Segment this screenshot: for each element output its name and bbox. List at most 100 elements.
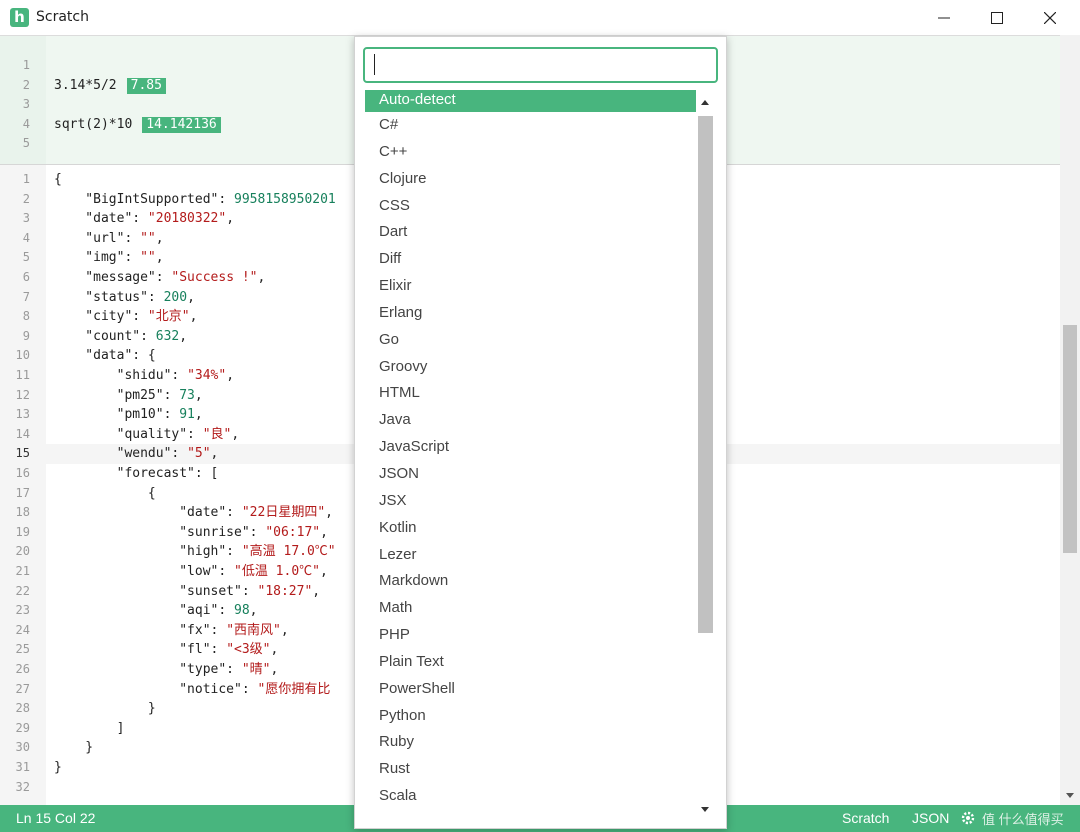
code-text: "img": "", (54, 248, 163, 268)
language-option[interactable]: Math (365, 595, 696, 622)
punctuation: , (257, 270, 266, 285)
language-option[interactable]: C# (365, 112, 696, 139)
math-expression: 3.14*5/2 7.85 (54, 76, 166, 96)
gear-icon[interactable] (960, 810, 976, 826)
line-number: 22 (15, 583, 30, 598)
language-option[interactable]: Markdown (365, 568, 696, 595)
json-key: "aqi": (54, 603, 235, 619)
code-text: { (54, 170, 62, 190)
language-option[interactable]: Java (365, 407, 696, 434)
maximize-icon (991, 11, 1003, 24)
close-button[interactable] (1024, 0, 1076, 35)
language-option[interactable]: Auto-detect (365, 90, 696, 112)
language-option[interactable]: Rust (365, 756, 696, 783)
json-key: "fx": (54, 622, 227, 638)
code-text: ] (54, 719, 125, 739)
language-option[interactable]: Elixir (365, 273, 696, 300)
scrollbar-thumb[interactable] (698, 116, 713, 633)
json-key: "date": (54, 211, 148, 227)
language-option[interactable]: Python (365, 703, 696, 730)
scroll-down-arrow-icon[interactable] (701, 807, 709, 812)
language-option[interactable]: Kotlin (365, 515, 696, 542)
code-text: "date": "22日星期四", (54, 503, 333, 523)
line-number: 31 (15, 760, 30, 774)
language-option[interactable]: C++ (365, 139, 696, 166)
language-option[interactable]: JSX (365, 488, 696, 515)
language-option[interactable]: Plain Text (365, 649, 696, 676)
punctuation: , (231, 426, 240, 442)
line-number: 20 (15, 544, 30, 559)
language-option[interactable]: Scala (365, 783, 696, 810)
language-option[interactable]: Groovy (365, 354, 696, 381)
title-bar: h Scratch (0, 0, 1080, 35)
json-key: "quality": (54, 426, 203, 442)
json-key: "notice": (54, 681, 258, 697)
code-text: "url": "", (54, 229, 163, 249)
json-value: "34%" (187, 368, 227, 383)
language-option[interactable]: PowerShell (365, 676, 696, 703)
language-option[interactable]: JavaScript (365, 434, 696, 461)
line-number: 24 (15, 622, 30, 637)
json-key: "message": (54, 270, 172, 285)
punctuation: , (270, 642, 279, 658)
json-key: "pm25": (54, 387, 180, 403)
punctuation: , (194, 407, 203, 423)
code-text: } (54, 738, 93, 758)
line-number: 3 (22, 211, 30, 226)
language-list: Auto-detect C# C++ Clojure CSS Dart Diff Elixir… (365, 90, 696, 820)
code-token: { (54, 172, 62, 187)
cursor-position: Ln 15 Col 22 (16, 810, 96, 826)
math-expression: sqrt(2)*10 14.142136 (54, 115, 221, 135)
language-option[interactable]: Dart (365, 219, 696, 246)
language-selector-button[interactable]: JSON (912, 810, 949, 826)
scroll-up-arrow-icon[interactable] (701, 100, 709, 105)
language-list-scrollbar[interactable] (697, 95, 714, 817)
punctuation: , (179, 328, 188, 344)
editor-scrollbar[interactable] (1060, 35, 1080, 805)
language-option[interactable]: Diff (365, 246, 696, 273)
json-key: "BigIntSupported": (54, 191, 235, 207)
punctuation: , (194, 387, 203, 403)
json-key: "fl": (54, 642, 227, 658)
language-option[interactable]: Go (365, 327, 696, 354)
json-key: "count": (54, 328, 156, 344)
language-option[interactable]: PHP (365, 622, 696, 649)
code-token: { (54, 485, 156, 501)
language-option[interactable]: Ruby (365, 729, 696, 756)
math-result: 14.142136 (142, 116, 221, 133)
language-option[interactable]: Clojure (365, 166, 696, 193)
json-value: "<3级" (226, 642, 271, 658)
code-text: "message": "Success !", (54, 268, 265, 288)
code-text: "BigIntSupported": 9958158950201 (54, 190, 335, 210)
json-value: "18:27" (257, 583, 313, 599)
language-dropdown: Auto-detect C# C++ Clojure CSS Dart Diff Elixir… (354, 36, 727, 829)
minimize-button[interactable] (918, 0, 970, 35)
code-text: "sunrise": "06:17", (54, 523, 328, 543)
line-number: 3 (22, 97, 30, 112)
scroll-down-arrow-icon[interactable] (1066, 793, 1074, 798)
scrollbar-thumb[interactable] (1063, 325, 1077, 553)
language-option[interactable]: Erlang (365, 300, 696, 327)
code-text: "status": 200, (54, 288, 195, 308)
language-option[interactable]: CSS (365, 193, 696, 220)
line-number: 5 (22, 136, 30, 151)
language-search-input[interactable] (363, 47, 718, 83)
json-key: "img": (54, 250, 141, 266)
punctuation: , (319, 564, 328, 579)
language-option[interactable]: Lezer (365, 542, 696, 569)
code-text: "forecast": [ (54, 464, 219, 484)
line-number: 4 (22, 116, 30, 131)
language-option[interactable]: JSON (365, 461, 696, 488)
line-number: 10 (15, 348, 30, 363)
json-value: "20180322" (147, 211, 227, 227)
line-number: 12 (15, 387, 30, 402)
line-number: 28 (15, 701, 30, 716)
heynote-logo-icon: h (10, 8, 29, 27)
punctuation: , (226, 368, 235, 383)
maximize-button[interactable] (971, 0, 1023, 35)
json-value: "Success !" (171, 270, 258, 285)
line-number: 27 (15, 681, 30, 696)
block-mode-button[interactable]: Scratch (842, 810, 889, 826)
language-option[interactable]: HTML (365, 380, 696, 407)
json-value: "愿你拥有比 (257, 681, 331, 697)
